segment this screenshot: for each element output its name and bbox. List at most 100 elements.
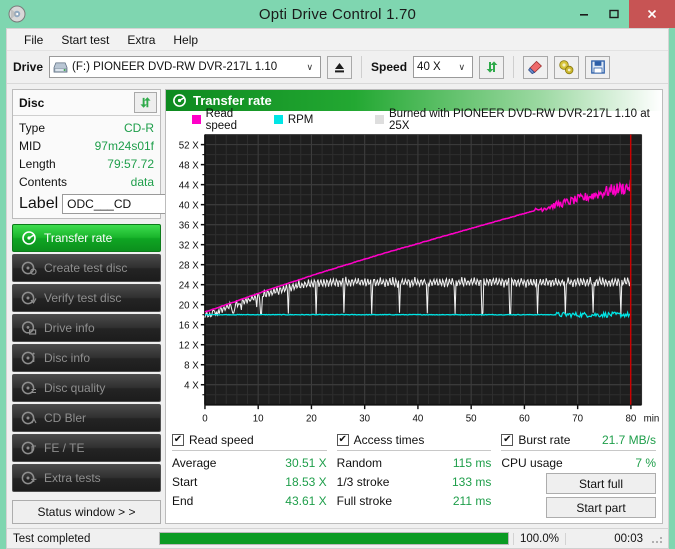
sidebar: Disc Type CD-R — [7, 84, 165, 528]
floppy-save-icon — [590, 59, 606, 75]
refresh-icon — [138, 95, 153, 110]
minimize-button[interactable] — [569, 0, 599, 28]
stat-key: Start — [172, 473, 197, 492]
svg-text:40: 40 — [413, 413, 424, 424]
disc-refresh-button[interactable] — [134, 92, 157, 113]
sidebar-item-fe-te[interactable]: FE / TE — [12, 434, 161, 462]
sidebar-item-verify-test-disc[interactable]: Verify test disc — [12, 284, 161, 312]
stat-row-start: Start 18.53 X — [172, 473, 327, 492]
sidebar-item-transfer-rate[interactable]: Transfer rate — [12, 224, 161, 252]
disc-value: data — [131, 174, 154, 190]
status-bar: Test completed 100.0% 00:03 — [6, 529, 669, 549]
transfer-rate-chart[interactable]: 4 X8 X12 X16 X20 X24 X28 X32 X36 X40 X44… — [166, 128, 660, 429]
chart-legend: Read speed RPM Burned with PIONEER DVD-R… — [166, 111, 662, 128]
elapsed-time: 00:03 — [565, 533, 651, 545]
eject-button[interactable] — [327, 56, 352, 79]
gears-icon — [558, 59, 575, 76]
save-button[interactable] — [585, 56, 610, 79]
app-window: Opti Drive Control 1.70 File — [0, 0, 675, 531]
resize-grip-icon[interactable] — [651, 532, 665, 546]
svg-text:70: 70 — [572, 413, 583, 424]
stats-access-times: ✔ Access times Random 115 ms 1/3 stroke … — [337, 433, 502, 518]
sidebar-item-disc-info[interactable]: Disc info — [12, 344, 161, 372]
action-buttons: Start full Start part — [501, 473, 656, 518]
cd-bler-icon — [21, 410, 37, 426]
panel-title: Transfer rate — [193, 93, 272, 108]
eraser-icon — [527, 59, 544, 76]
progress-cell — [155, 532, 513, 545]
sidebar-item-create-test-disc[interactable]: Create test disc — [12, 254, 161, 282]
read-speed-header: ✔ Read speed — [172, 433, 327, 451]
maximize-icon — [608, 8, 620, 20]
stats-read-speed: ✔ Read speed Average 30.51 X Start 18.53… — [172, 433, 337, 518]
chevron-down-icon[interactable]: ∨ — [453, 62, 470, 73]
stats-area: ✔ Read speed Average 30.51 X Start 18.53… — [166, 429, 662, 523]
stat-key: CPU usage — [501, 454, 562, 473]
maximize-button[interactable] — [599, 0, 629, 28]
drive-label: Drive — [13, 60, 43, 74]
disc-row-type: Type CD-R — [19, 119, 154, 137]
speed-select[interactable]: 40 X ∨ — [413, 56, 473, 78]
menu-start-test[interactable]: Start test — [52, 31, 118, 49]
menu-help[interactable]: Help — [164, 31, 207, 49]
chevron-down-icon[interactable]: ∨ — [301, 62, 318, 73]
erase-button[interactable] — [523, 56, 548, 79]
stat-value: 211 ms — [453, 492, 491, 511]
menu-file[interactable]: File — [15, 31, 52, 49]
stat-row-average: Average 30.51 X — [172, 454, 327, 473]
disc-key: Type — [19, 120, 45, 136]
status-window-button[interactable]: Status window > > — [12, 500, 161, 524]
stat-row-random: Random 115 ms — [337, 454, 492, 473]
burst-rate-checkbox[interactable]: ✔ — [501, 434, 513, 446]
close-button[interactable] — [629, 0, 675, 28]
transfer-rate-panel: Transfer rate Read speed RPM Burned with… — [165, 89, 663, 524]
speed-value: 40 X — [417, 61, 441, 73]
sidebar-item-extra-tests[interactable]: Extra tests — [12, 464, 161, 492]
legend-label-rpm: RPM — [288, 114, 314, 126]
sidebar-item-label: CD Bler — [44, 411, 86, 425]
access-times-checkbox[interactable]: ✔ — [337, 434, 349, 446]
drive-icon — [53, 61, 68, 74]
disc-key: Contents — [19, 174, 67, 190]
svg-text:20: 20 — [306, 413, 317, 424]
window-controls — [569, 0, 675, 28]
svg-text:50: 50 — [466, 413, 477, 424]
disc-quality-icon — [21, 380, 37, 396]
svg-text:60: 60 — [519, 413, 530, 424]
svg-text:10: 10 — [253, 413, 264, 424]
svg-text:8 X: 8 X — [184, 360, 199, 371]
stat-row-cpu-usage: CPU usage 7 % — [501, 454, 656, 473]
menu-bar: File Start test Extra Help — [7, 29, 668, 51]
stat-key: Random — [337, 454, 382, 473]
refresh-button[interactable] — [479, 56, 504, 79]
svg-text:40 X: 40 X — [179, 200, 199, 211]
settings-button[interactable] — [554, 56, 579, 79]
svg-text:4 X: 4 X — [184, 380, 199, 391]
disc-key: MID — [19, 138, 41, 154]
speed-label: Speed — [371, 60, 407, 74]
extra-tests-icon — [21, 470, 37, 486]
drive-info-icon — [21, 320, 37, 336]
progress-bar — [159, 532, 509, 545]
title-bar: Opti Drive Control 1.70 — [0, 0, 675, 28]
burst-rate-value: 21.7 MB/s — [602, 433, 656, 447]
read-speed-checkbox[interactable]: ✔ — [172, 434, 184, 446]
sidebar-item-cd-bler[interactable]: CD Bler — [12, 404, 161, 432]
window-title: Opti Drive Control 1.70 — [259, 6, 416, 23]
svg-text:48 X: 48 X — [179, 160, 199, 171]
main-body: Disc Type CD-R — [7, 84, 668, 528]
sidebar-item-drive-info[interactable]: Drive info — [12, 314, 161, 342]
start-part-button[interactable]: Start part — [546, 497, 656, 518]
disc-info-icon — [21, 350, 37, 366]
sidebar-item-disc-quality[interactable]: Disc quality — [12, 374, 161, 402]
stat-row-third-stroke: 1/3 stroke 133 ms — [337, 473, 492, 492]
svg-text:20 X: 20 X — [179, 300, 199, 311]
stat-key: Full stroke — [337, 492, 392, 511]
drive-select[interactable]: (F:) PIONEER DVD-RW DVR-217L 1.10 ∨ — [49, 56, 321, 78]
disc-value: 79:57.72 — [107, 156, 154, 172]
start-full-button[interactable]: Start full — [546, 473, 656, 494]
sidebar-item-label: Extra tests — [44, 471, 101, 485]
minimize-icon — [578, 8, 590, 20]
sidebar-item-label: Drive info — [44, 321, 95, 335]
menu-extra[interactable]: Extra — [118, 31, 164, 49]
